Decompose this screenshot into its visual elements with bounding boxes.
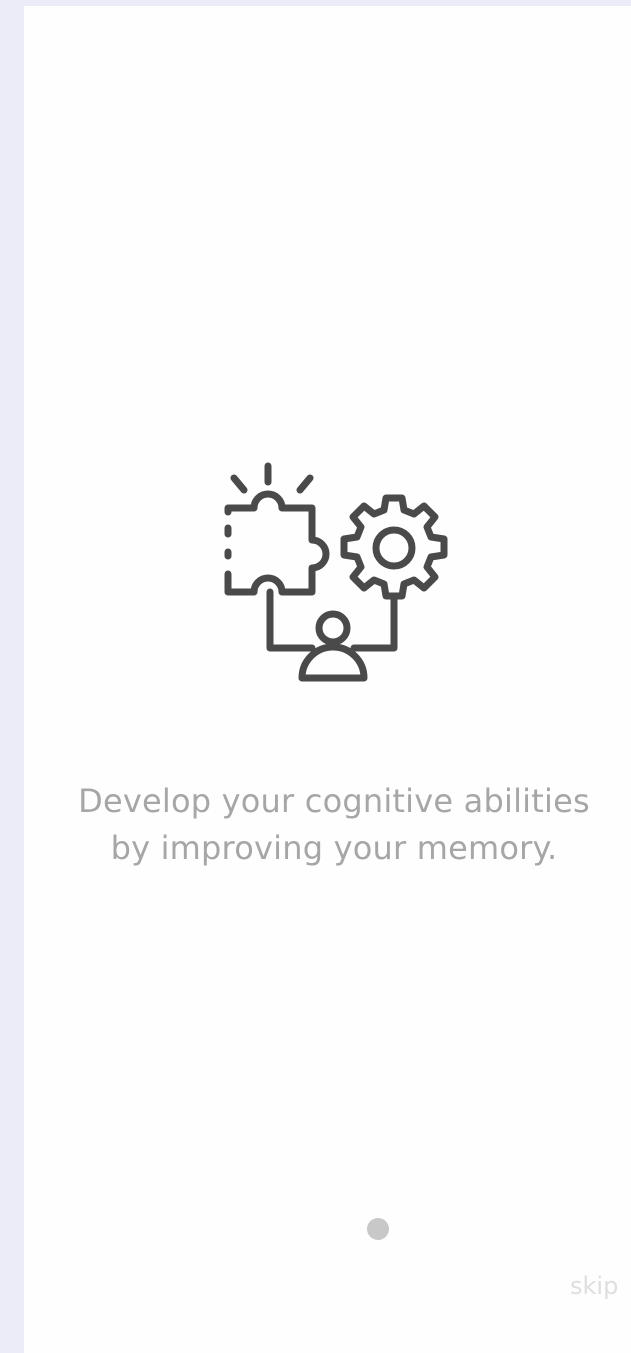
onboarding-tagline: Develop your cognitive abilities by impr… bbox=[24, 778, 631, 872]
skip-button[interactable]: skip bbox=[570, 1270, 618, 1302]
puzzle-gear-person-icon bbox=[224, 462, 448, 682]
app-page: Develop your cognitive abilities by impr… bbox=[0, 0, 631, 1353]
onboarding-screen: Develop your cognitive abilities by impr… bbox=[24, 6, 631, 1353]
tagline-line-1: Develop your cognitive abilities bbox=[78, 782, 590, 820]
page-indicator-dot bbox=[367, 1218, 389, 1240]
tagline-line-2: by improving your memory. bbox=[110, 829, 558, 867]
